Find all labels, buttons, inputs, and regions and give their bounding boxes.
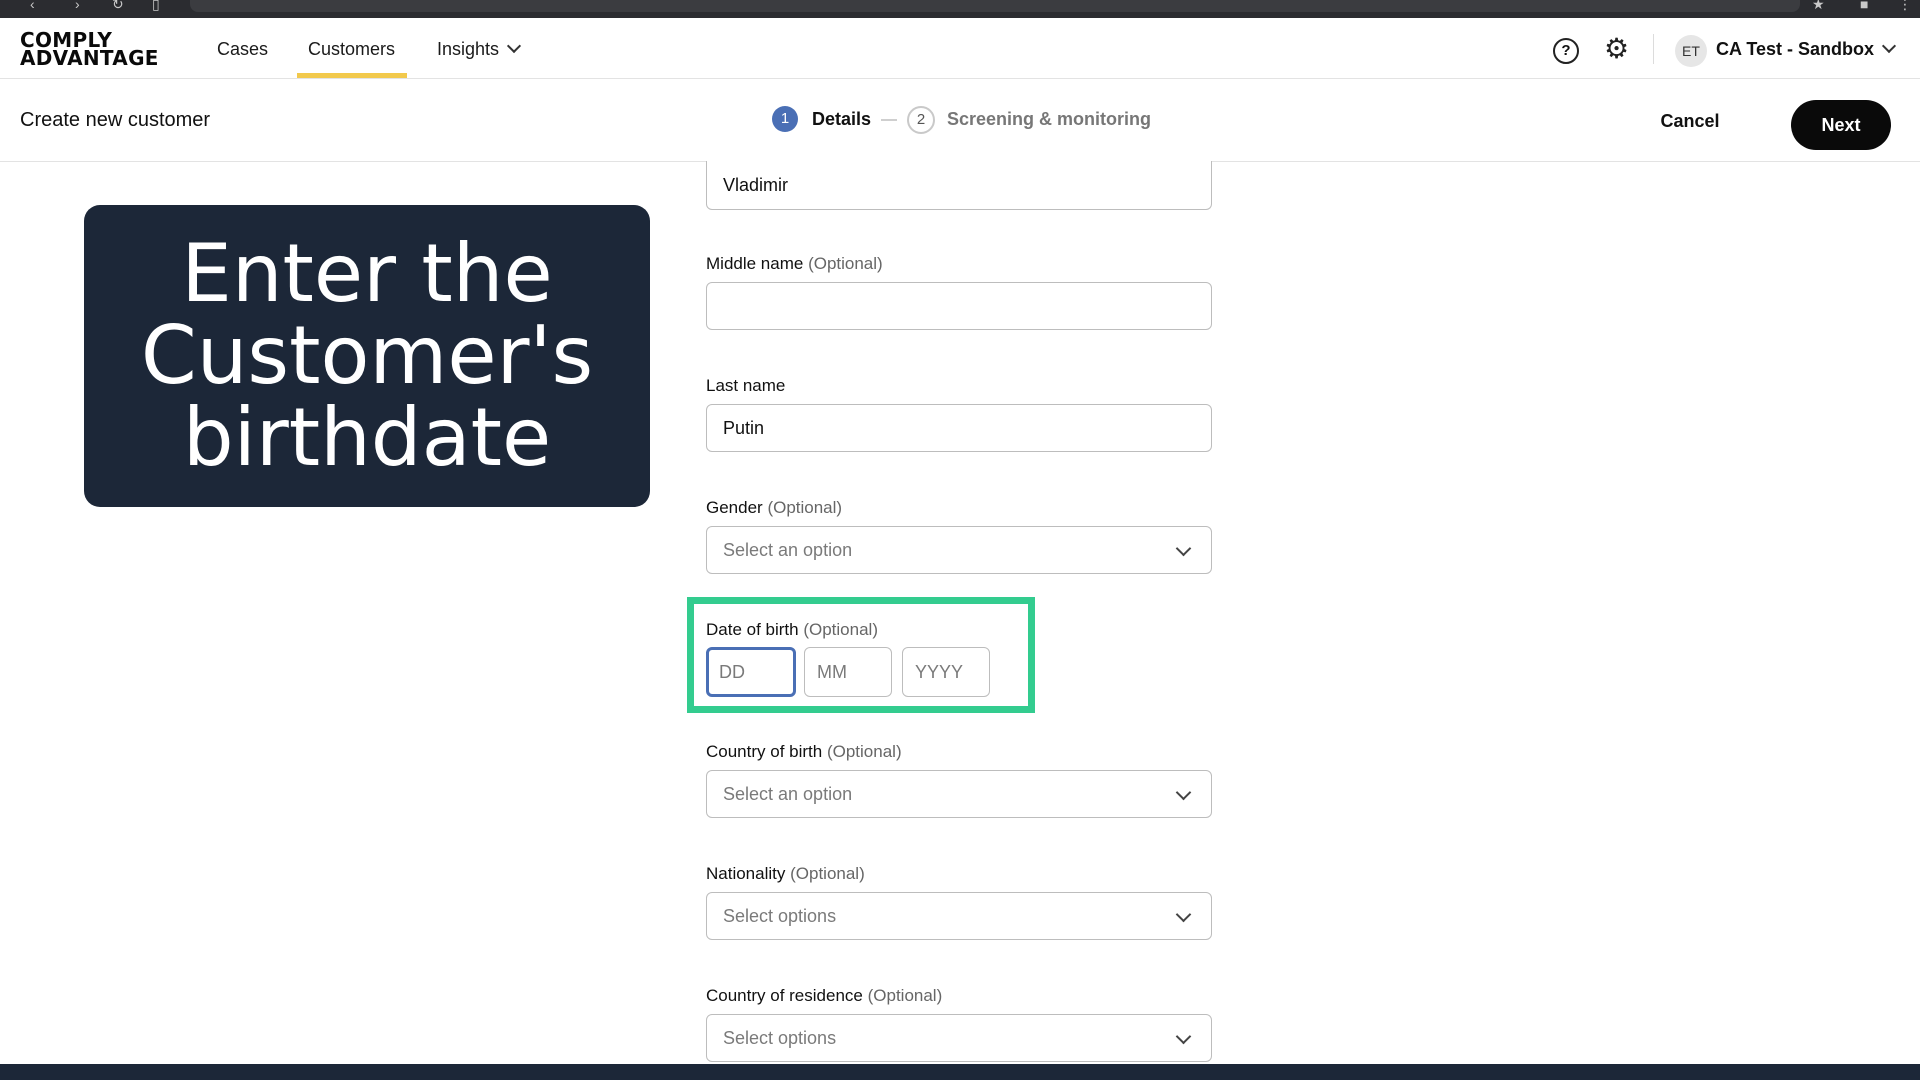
logo[interactable]: COMPLY ADVANTAGE: [20, 30, 159, 70]
optional-hint: (Optional): [867, 986, 943, 1005]
dob-highlight-box: [687, 597, 1035, 713]
browser-toolbar: ‹ › ↻ ▯ ★ ■ ⋮: [0, 0, 1920, 18]
step-1-label: Details: [812, 109, 872, 129]
country-of-birth-label: Country of birth (Optional): [706, 742, 902, 762]
nav-link-insights-label: Insights: [437, 39, 500, 59]
chevron-down-icon: [1175, 784, 1192, 801]
tutorial-callout: Enter the Customer's birthdate: [84, 205, 650, 507]
page-header: Create new customer 1 Details 2 Screenin…: [0, 79, 1920, 162]
country-of-birth-label-text: Country of birth: [706, 742, 823, 761]
middle-name-label-text: Middle name: [706, 254, 804, 273]
nationality-label-text: Nationality: [706, 864, 786, 883]
country-of-residence-label-text: Country of residence: [706, 986, 863, 1005]
gender-select-value: Select an option: [723, 539, 853, 560]
help-icon[interactable]: ?: [1553, 38, 1579, 64]
back-icon[interactable]: ‹: [30, 0, 35, 12]
step-1-number: 1: [772, 106, 798, 132]
gender-label: Gender (Optional): [706, 498, 842, 518]
gear-icon[interactable]: ⚙: [1604, 35, 1629, 63]
nationality-select-value: Select options: [723, 905, 837, 926]
step-connector: [881, 119, 897, 121]
middle-name-input[interactable]: [706, 282, 1212, 330]
nationality-select[interactable]: Select options: [706, 892, 1212, 940]
step-2-number: 2: [907, 106, 935, 134]
next-button[interactable]: Next: [1791, 100, 1891, 150]
last-name-label: Last name: [706, 376, 786, 395]
chevron-down-icon: [1175, 540, 1192, 557]
page-title: Create new customer: [20, 109, 211, 131]
country-of-residence-label: Country of residence (Optional): [706, 986, 942, 1006]
chevron-down-icon: [1175, 1028, 1192, 1045]
nav-link-cases[interactable]: Cases: [217, 39, 268, 60]
middle-name-label: Middle name (Optional): [706, 254, 883, 274]
optional-hint: (Optional): [826, 742, 902, 761]
first-name-input[interactable]: Vladimir: [706, 161, 1212, 210]
browser-menu-icon[interactable]: ⋮: [1898, 0, 1912, 13]
optional-hint: (Optional): [767, 498, 843, 517]
country-of-residence-select[interactable]: Select options: [706, 1014, 1212, 1062]
bookmark-icon[interactable]: ★: [1812, 0, 1825, 13]
gender-label-text: Gender: [706, 498, 763, 517]
callout-text: Enter the Customer's birthdate: [140, 227, 594, 484]
address-bar[interactable]: [190, 0, 1800, 12]
reload-icon[interactable]: ↻: [112, 0, 124, 13]
country-of-residence-select-value: Select options: [723, 1027, 837, 1048]
avatar[interactable]: ET: [1675, 35, 1707, 67]
bottom-bar: [0, 1064, 1920, 1080]
country-of-birth-select[interactable]: Select an option: [706, 770, 1212, 818]
forward-icon[interactable]: ›: [75, 0, 80, 12]
cancel-button[interactable]: Cancel: [1640, 101, 1740, 141]
account-switcher[interactable]: CA Test - Sandbox: [1716, 38, 1897, 60]
tab-icon[interactable]: ▯: [152, 0, 160, 13]
chevron-down-icon: [1881, 38, 1897, 54]
step-2-label: Screening & monitoring: [947, 109, 1152, 129]
account-name-label: CA Test - Sandbox: [1716, 39, 1875, 59]
nav-link-insights[interactable]: Insights: [437, 38, 522, 60]
top-navigation: COMPLY ADVANTAGE Cases Customers Insight…: [0, 18, 1920, 79]
logo-line-2: ADVANTAGE: [20, 46, 159, 70]
nav-divider: [1653, 34, 1654, 64]
extension-icon[interactable]: ■: [1860, 0, 1868, 12]
optional-hint: (Optional): [808, 254, 883, 273]
chevron-down-icon: [1175, 906, 1192, 923]
gender-select[interactable]: Select an option: [706, 526, 1212, 574]
nav-link-customers[interactable]: Customers: [308, 39, 395, 60]
optional-hint: (Optional): [790, 864, 865, 883]
country-of-birth-select-value: Select an option: [723, 783, 853, 804]
chevron-down-icon: [506, 38, 522, 54]
nationality-label: Nationality (Optional): [706, 864, 865, 884]
active-nav-indicator: [297, 73, 407, 78]
last-name-input[interactable]: Putin: [706, 404, 1212, 452]
